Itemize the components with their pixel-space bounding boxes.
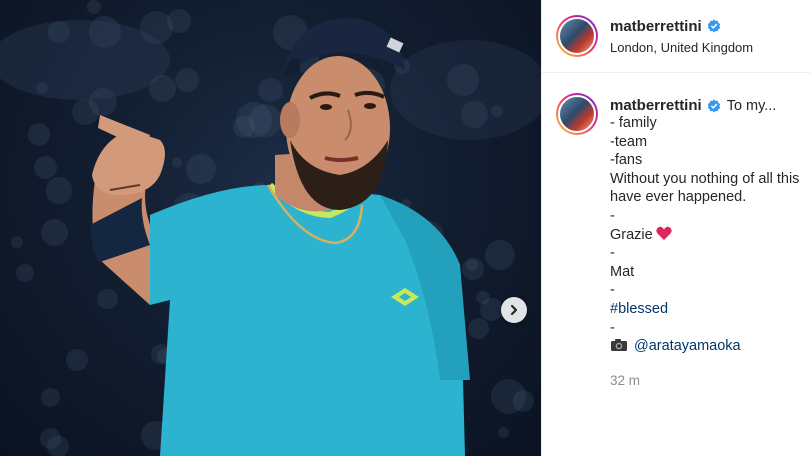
caption-line-mention: @aratayamaoka xyxy=(610,337,810,356)
caption-line-hashtag: #blessed xyxy=(610,300,810,319)
mention-link[interactable]: @aratayamaoka xyxy=(634,338,741,354)
hashtag-link[interactable]: #blessed xyxy=(610,301,668,317)
username[interactable]: matberrettini xyxy=(610,18,702,35)
post-timestamp[interactable]: 32 m xyxy=(610,373,810,388)
caption-line: - xyxy=(610,207,615,224)
location-link[interactable]: London, United Kingdom xyxy=(610,40,753,55)
post-photo xyxy=(0,0,541,456)
verified-badge-icon xyxy=(707,99,720,112)
tennis-player-image xyxy=(0,18,541,456)
caption-lines: - family -team -fans Without you nothing… xyxy=(610,114,810,356)
red-heart-icon xyxy=(656,226,672,240)
caption-line: -fans xyxy=(610,152,643,169)
camera-icon xyxy=(611,339,627,352)
post-side-panel: matberrettini London, United Kingdom mat… xyxy=(541,0,810,456)
caption-block: matberrettini To my... - family -team -f… xyxy=(542,73,810,388)
caption-line-grazie: Grazie xyxy=(610,226,810,245)
verified-badge-icon xyxy=(707,19,720,33)
caption-line: Mat xyxy=(610,263,635,280)
caption-line: have ever happened. xyxy=(610,189,747,206)
next-photo-button[interactable] xyxy=(501,297,527,323)
caption-intro: To my... xyxy=(726,97,777,114)
grazie-text: Grazie xyxy=(610,226,653,243)
post-header: matberrettini London, United Kingdom xyxy=(542,0,810,73)
caption-line: Without you nothing of all this xyxy=(610,170,800,187)
caption-line: - xyxy=(610,245,615,262)
caption-line: - family xyxy=(610,115,657,131)
caption-avatar[interactable] xyxy=(556,93,598,135)
caption-line: - xyxy=(610,319,615,336)
caption: matberrettini To my... - family -team -f… xyxy=(610,93,810,388)
caption-line: -team xyxy=(610,133,648,150)
avatar[interactable] xyxy=(556,15,598,57)
chevron-right-icon xyxy=(510,304,518,316)
caption-username[interactable]: matberrettini xyxy=(610,97,702,114)
caption-line: - xyxy=(610,282,615,299)
